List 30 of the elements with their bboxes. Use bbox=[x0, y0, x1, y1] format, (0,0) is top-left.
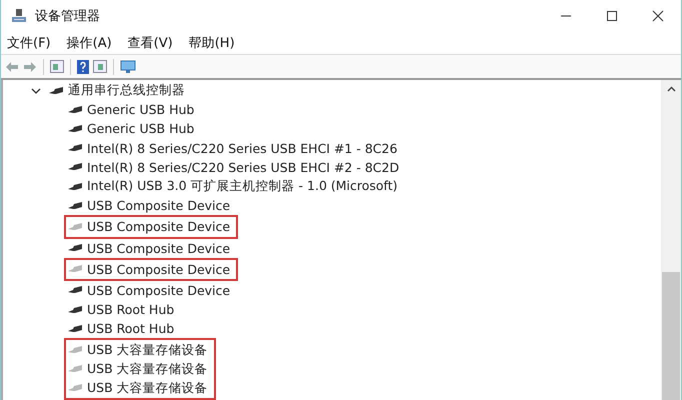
maximize-icon bbox=[606, 10, 618, 22]
menu-item[interactable]: 操作(A) bbox=[64, 34, 114, 52]
tree-item[interactable]: Generic USB Hub bbox=[87, 121, 194, 136]
forward-arrow-icon[interactable] bbox=[23, 60, 37, 72]
tree-item[interactable]: Intel(R) 8 Series/C220 Series USB EHCI #1 - 8C26 bbox=[87, 140, 398, 156]
scrollbar[interactable] bbox=[661, 80, 681, 400]
close-icon bbox=[652, 10, 664, 22]
monitor-icon[interactable] bbox=[120, 60, 136, 74]
back-arrow-icon[interactable] bbox=[5, 60, 19, 72]
tree-item[interactable]: Intel(R) 8 Series/C220 Series USB EHCI #2 - 8C2D bbox=[87, 160, 400, 175]
usb-plug-icon bbox=[48, 86, 64, 96]
tree-item[interactable]: USB Root Hub bbox=[87, 302, 174, 318]
tree-item[interactable]: USB Composite Device bbox=[87, 240, 230, 256]
menu-item[interactable]: 文件(F) bbox=[5, 34, 53, 52]
tree-item[interactable]: 通用串行总线控制器 bbox=[68, 82, 185, 100]
tree-item[interactable]: USB Root Hub bbox=[87, 321, 174, 336]
menu-item[interactable]: 查看(V) bbox=[126, 34, 175, 52]
tree-item[interactable]: USB Composite Device bbox=[87, 198, 230, 214]
properties-icon[interactable] bbox=[50, 60, 64, 73]
help-icon[interactable] bbox=[77, 60, 89, 74]
scrollbar-thumb[interactable] bbox=[662, 272, 680, 400]
tree-item[interactable]: Generic USB Hub bbox=[87, 102, 194, 118]
tree-item[interactable]: Intel(R) USB 3.0 可扩展主机控制器 - 1.0 (Microsoft) bbox=[87, 178, 398, 196]
tree-item[interactable]: USB Composite Device bbox=[87, 282, 230, 298]
window-title: 设备管理器 bbox=[35, 8, 100, 24]
menu-item[interactable]: 帮助(H) bbox=[186, 34, 237, 52]
device-manager-icon bbox=[11, 8, 27, 24]
chevron-down-icon[interactable] bbox=[31, 86, 41, 95]
window-icon[interactable] bbox=[93, 60, 107, 73]
scroll-up-icon[interactable] bbox=[666, 86, 676, 92]
